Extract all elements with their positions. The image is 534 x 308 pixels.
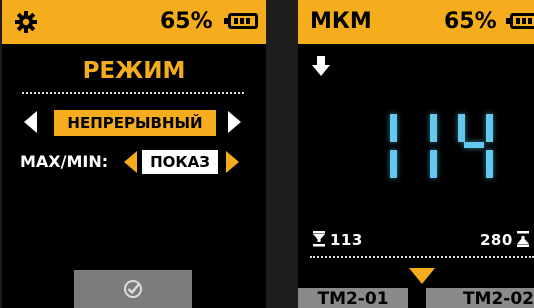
maxmin-arrow-right-icon[interactable] (226, 151, 239, 173)
mode-value: НЕПРЕРЫВНЫЙ (67, 114, 203, 132)
digit-segment (390, 114, 397, 142)
battery-icon (224, 13, 258, 29)
confirm-button[interactable] (74, 270, 192, 308)
page-title: РЕЖИМ (82, 58, 186, 84)
digit-segment (430, 150, 437, 178)
maxmin-value: ПОКАЗ (150, 153, 210, 171)
digit-segment (464, 142, 484, 148)
maxmin-arrow-left-icon[interactable] (124, 151, 137, 173)
probe-title: МКМ (310, 9, 372, 34)
digit-segment (486, 114, 493, 142)
status-bar-right: МКМ 65% (298, 0, 534, 44)
lower-limit-value: 113 (330, 231, 363, 249)
digit-segment (390, 150, 397, 178)
digit-segment (486, 150, 493, 178)
tab-tm2-01[interactable]: TM2-01 (298, 288, 408, 308)
lower-limit-icon (313, 231, 325, 247)
tab-pointer-icon (409, 268, 435, 284)
down-arrow-icon (312, 56, 330, 76)
arrow-right-icon[interactable] (228, 111, 241, 133)
tab-tm2-02[interactable]: TM2-02 (426, 288, 534, 308)
gear-icon[interactable] (14, 10, 38, 34)
digit-segment (458, 114, 465, 142)
battery-percent: 65% (160, 9, 213, 34)
upper-limit-value: 280 (480, 231, 513, 249)
battery-icon (506, 13, 534, 29)
measurement-screen: МКМ 65% 114 113 280 (298, 0, 534, 308)
battery-percent-right: 65% (444, 9, 497, 34)
readout-divider (310, 256, 534, 258)
status-bar: 65% (2, 0, 266, 44)
upper-limit-icon (517, 231, 529, 247)
title-divider (22, 92, 244, 94)
digit-segment (430, 114, 437, 142)
arrow-left-icon[interactable] (24, 111, 37, 133)
check-icon (124, 280, 142, 298)
maxmin-label: MAX/MIN: (20, 152, 109, 171)
settings-screen: 65% РЕЖИМ НЕПРЕРЫВНЫЙ MAX/MIN: ПОКАЗ (2, 0, 266, 308)
